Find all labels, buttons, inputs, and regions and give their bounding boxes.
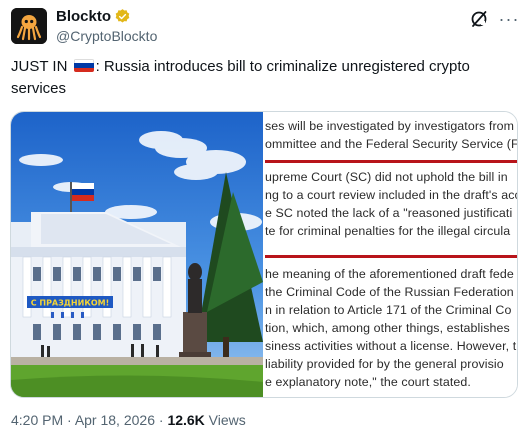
document-line: n in relation to Article 171 of the Crim… bbox=[265, 303, 512, 317]
grok-slash-icon bbox=[471, 11, 487, 27]
document-red-rule bbox=[265, 255, 517, 258]
tweet-text-lead: JUST IN bbox=[11, 58, 68, 75]
octopus-logo-icon bbox=[11, 8, 47, 44]
russia-flag-icon bbox=[73, 59, 94, 72]
tweet-date[interactable]: Apr 18, 2026 bbox=[75, 412, 155, 428]
author-display-name[interactable]: Blockto bbox=[56, 8, 111, 25]
document-line: liability provided for by the general pr… bbox=[265, 357, 504, 371]
more-icon: ··· bbox=[498, 9, 520, 29]
views-count: 12.6K bbox=[167, 412, 205, 428]
tweet-header: Blockto @CryptoBlockto ··· bbox=[11, 6, 520, 46]
document-line: te for criminal penalties for the illega… bbox=[265, 224, 511, 238]
views-label: Views bbox=[204, 412, 246, 428]
document-line: e SC noted the lack of a "reasoned justi… bbox=[265, 206, 513, 220]
author-name-block: Blockto @CryptoBlockto bbox=[56, 6, 157, 45]
tweet-text: JUST IN : Russia introduces bill to crim… bbox=[11, 56, 516, 100]
gold-verified-badge-icon bbox=[115, 8, 130, 23]
document-line: e explanatory note," the court stated. bbox=[265, 375, 471, 389]
government-building-photo[interactable]: С ПРАЗДНИКОМ! bbox=[11, 112, 263, 397]
tweet-time[interactable]: 4:20 PM bbox=[11, 412, 63, 428]
more-options-button[interactable]: ··· bbox=[498, 8, 520, 30]
document-red-rule bbox=[265, 160, 517, 163]
document-line: ng to a court review included in the dra… bbox=[265, 188, 518, 202]
banner-text: С ПРАЗДНИКОМ! bbox=[31, 299, 110, 308]
meta-separator: · bbox=[154, 412, 168, 428]
document-line: ommittee and the Federal Security Servic… bbox=[265, 137, 518, 151]
document-line: ses will be investigated by investigator… bbox=[265, 119, 515, 133]
author-avatar[interactable] bbox=[11, 8, 47, 44]
tweet-media[interactable]: С ПРАЗДНИКОМ! ses will be investigated b… bbox=[10, 111, 518, 398]
document-line: the Criminal Code of the Russian Federat… bbox=[265, 285, 514, 299]
document-line: upreme Court (SC) did not uphold the bil… bbox=[265, 170, 508, 184]
document-line: he meaning of the aforementioned draft f… bbox=[265, 267, 514, 281]
grok-button[interactable] bbox=[468, 8, 490, 30]
document-line: siness activities without a license. How… bbox=[265, 339, 517, 353]
document-line: tion, which, among other things, establi… bbox=[265, 321, 510, 335]
tweet-meta: 4:20 PM · Apr 18, 2026 · 12.6K Views bbox=[11, 412, 246, 428]
author-handle[interactable]: @CryptoBlockto bbox=[56, 28, 157, 44]
meta-separator: · bbox=[63, 412, 75, 428]
document-excerpt-image[interactable]: ses will be investigated by investigator… bbox=[265, 112, 518, 397]
